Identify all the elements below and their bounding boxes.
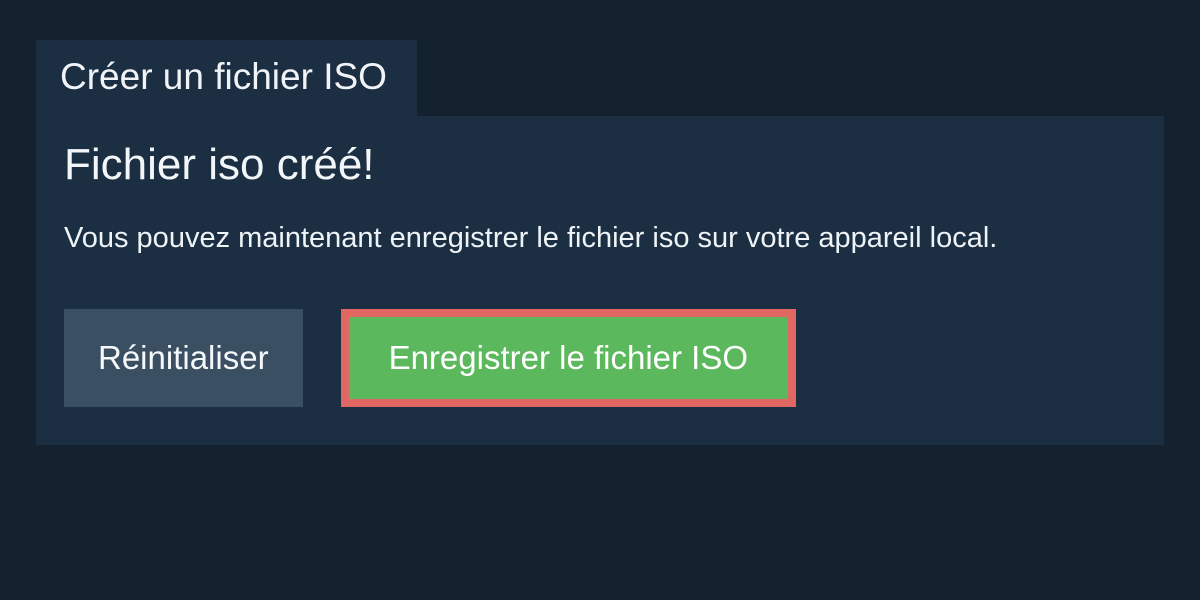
iso-creation-panel: Créer un fichier ISO Fichier iso créé! V… (36, 40, 1164, 445)
reset-button[interactable]: Réinitialiser (64, 309, 303, 407)
save-iso-button[interactable]: Enregistrer le fichier ISO (349, 317, 788, 399)
panel-content: Fichier iso créé! Vous pouvez maintenant… (36, 116, 1164, 445)
success-description: Vous pouvez maintenant enregistrer le fi… (64, 222, 1136, 255)
button-row: Réinitialiser Enregistrer le fichier ISO (64, 309, 1136, 407)
success-heading: Fichier iso créé! (64, 140, 1136, 190)
save-button-highlight: Enregistrer le fichier ISO (341, 309, 796, 407)
tab-create-iso[interactable]: Créer un fichier ISO (36, 40, 417, 116)
tab-label: Créer un fichier ISO (60, 56, 387, 97)
